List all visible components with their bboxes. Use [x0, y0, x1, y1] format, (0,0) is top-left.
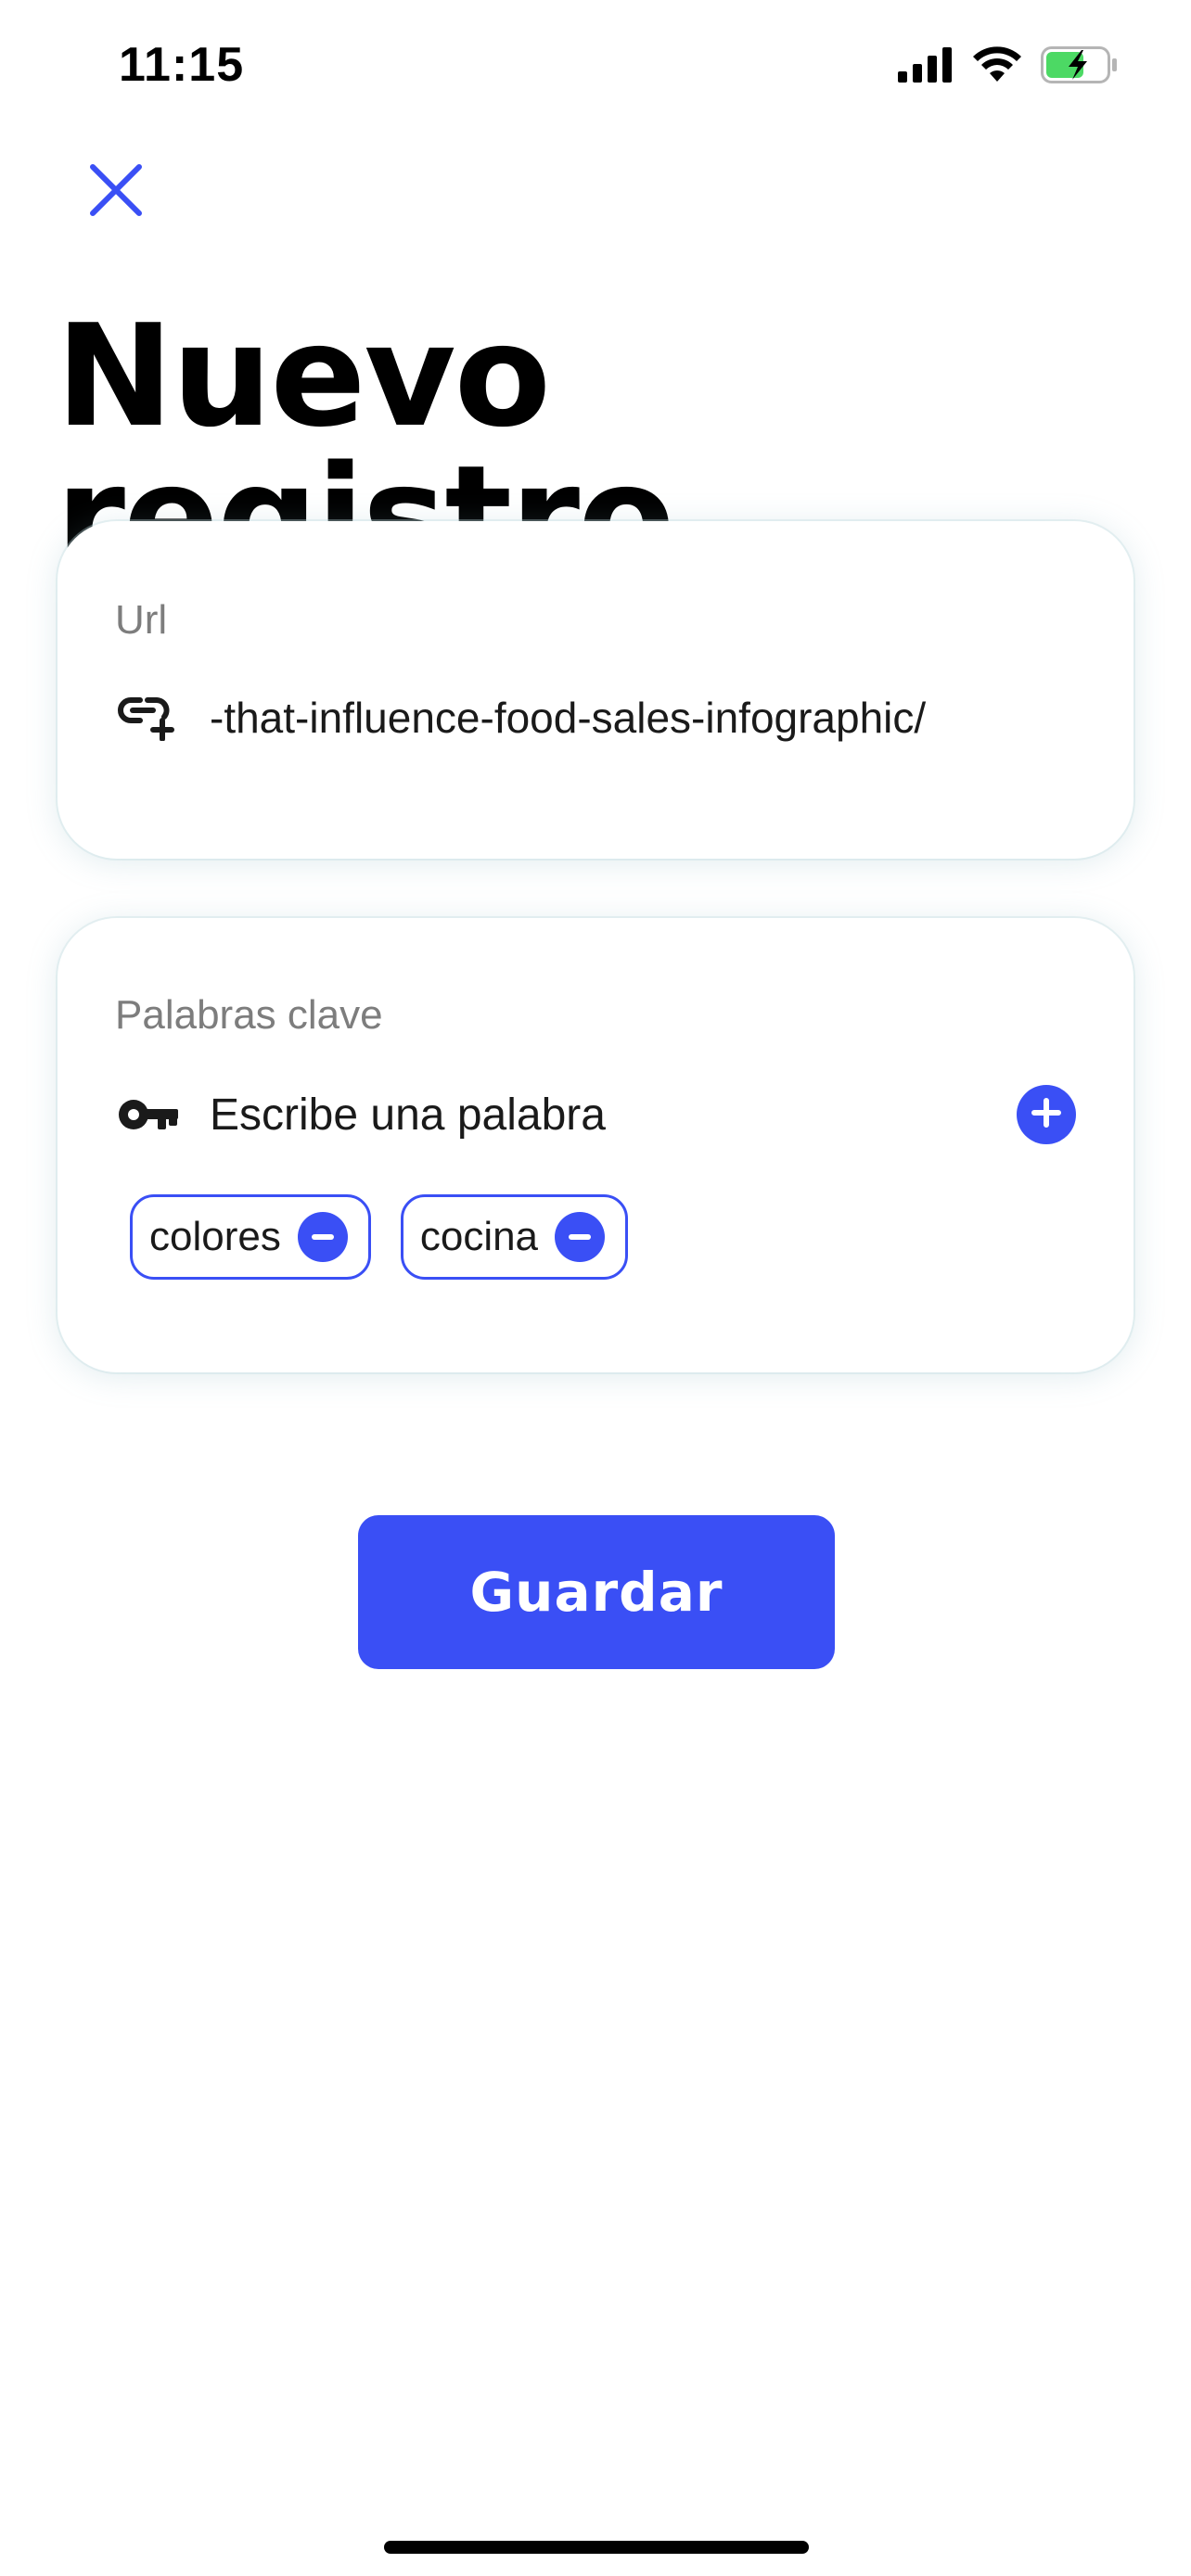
- save-button[interactable]: Guardar: [358, 1515, 835, 1669]
- close-button[interactable]: [82, 158, 150, 226]
- remove-keyword-button[interactable]: [297, 1212, 348, 1262]
- cellular-signal-icon: [898, 47, 954, 87]
- keywords-field-label: Palabras clave: [115, 992, 383, 1038]
- keyword-chip: colores: [130, 1194, 371, 1280]
- battery-charging-icon: [1041, 46, 1119, 88]
- url-card: Url -that-influence-food-sales-infograph…: [58, 521, 1133, 859]
- link-add-icon: [115, 684, 182, 751]
- key-icon: [115, 1081, 182, 1148]
- add-keyword-button[interactable]: [1017, 1085, 1076, 1144]
- wifi-icon: [972, 46, 1022, 88]
- keywords-field-row: Escribe una palabra: [115, 1078, 1076, 1152]
- keyword-chip-label: cocina: [419, 1214, 539, 1259]
- keyword-input[interactable]: Escribe una palabra: [210, 1090, 1017, 1141]
- keyword-chips: colores cocina: [130, 1194, 629, 1280]
- url-input-value: -that-influence-food-sales-infographic/: [210, 694, 927, 742]
- keyword-chip: cocina: [400, 1194, 629, 1280]
- close-icon: [89, 163, 143, 222]
- home-indicator: [384, 2541, 809, 2554]
- plus-circle-icon: [1031, 1097, 1062, 1133]
- url-input[interactable]: -that-influence-food-sales-infographic/: [210, 693, 1076, 743]
- status-time: 11:15: [119, 38, 245, 92]
- url-field-label: Url: [115, 597, 168, 643]
- url-field-row: -that-influence-food-sales-infographic/: [115, 681, 1076, 755]
- remove-keyword-button[interactable]: [555, 1212, 606, 1262]
- minus-icon: [311, 1234, 334, 1240]
- status-bar: 11:15: [0, 0, 1191, 139]
- keywords-card: Palabras clave Escribe una palabra color…: [58, 918, 1133, 1372]
- status-icons: [898, 46, 1119, 88]
- keyword-chip-label: colores: [149, 1214, 281, 1259]
- minus-icon: [569, 1234, 592, 1240]
